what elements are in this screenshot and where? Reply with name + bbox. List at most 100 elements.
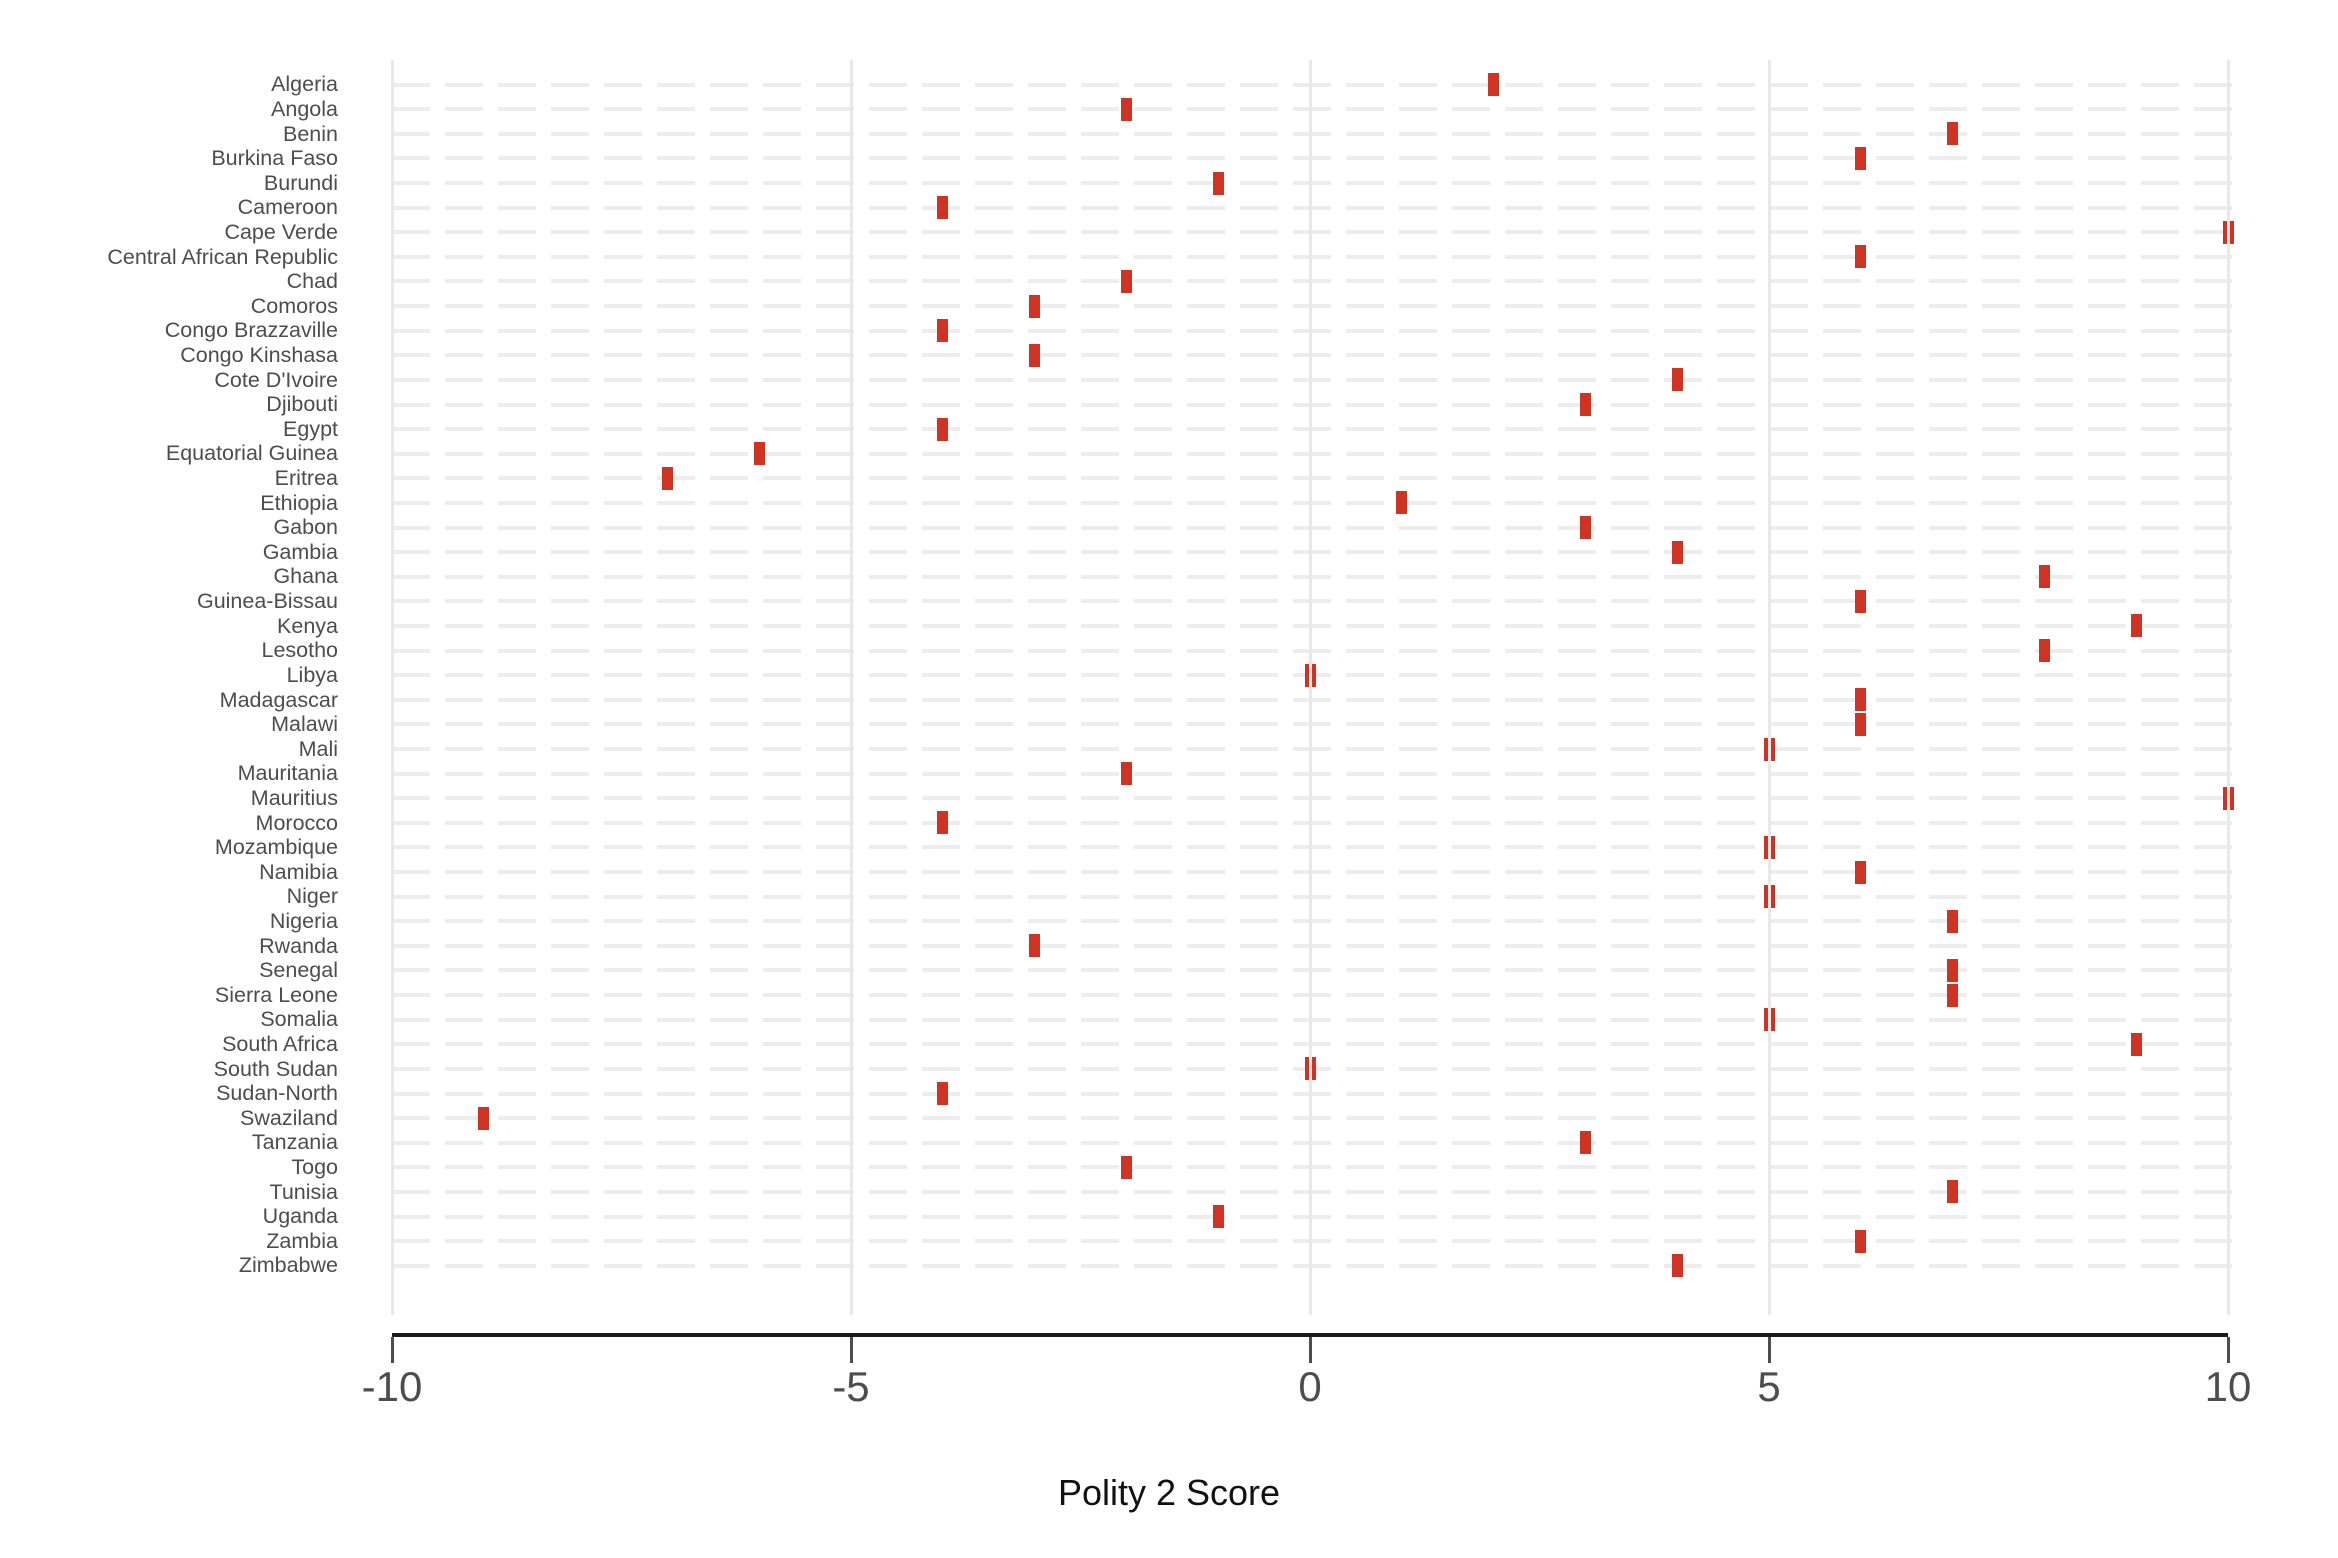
vertical-gridline-10	[2226, 60, 2230, 1315]
data-point-marker[interactable]	[2038, 639, 2050, 663]
y-axis-label-angola: Angola	[271, 96, 338, 121]
vertical-gridline-0	[1308, 60, 1312, 1315]
horizontal-gridline	[392, 722, 2238, 727]
data-point-marker[interactable]	[478, 1106, 490, 1130]
data-point-marker[interactable]	[1855, 245, 1867, 269]
horizontal-gridline	[392, 1165, 2238, 1170]
horizontal-gridline	[392, 1116, 2238, 1121]
y-axis-label-zambia: Zambia	[266, 1228, 338, 1253]
horizontal-gridline	[392, 1017, 2238, 1022]
horizontal-gridline	[392, 697, 2238, 702]
data-point-marker[interactable]	[1855, 589, 1867, 613]
y-axis-label-congo-brazzaville: Congo Brazzaville	[164, 318, 338, 343]
data-point-marker[interactable]	[1671, 368, 1683, 392]
y-axis-label-algeria: Algeria	[271, 72, 338, 97]
x-axis-tick	[1308, 1337, 1312, 1363]
data-point-marker[interactable]	[1579, 516, 1591, 540]
data-point-marker[interactable]	[1855, 146, 1867, 170]
horizontal-gridline	[392, 1239, 2238, 1244]
data-point-marker[interactable]	[1947, 958, 1959, 982]
data-point-marker[interactable]	[1120, 762, 1132, 786]
horizontal-gridline	[392, 943, 2238, 948]
data-point-marker[interactable]	[1855, 688, 1867, 712]
data-point-marker[interactable]	[1120, 1155, 1132, 1179]
horizontal-gridline	[392, 894, 2238, 899]
x-axis-tick-label: 0	[1298, 1363, 1322, 1410]
horizontal-gridline	[392, 919, 2238, 924]
y-axis-label-kenya: Kenya	[277, 613, 338, 638]
data-point-marker[interactable]	[2130, 1032, 2142, 1056]
horizontal-gridline	[392, 304, 2238, 309]
horizontal-gridline	[392, 747, 2238, 751]
data-point-marker[interactable]	[1120, 97, 1132, 121]
horizontal-gridline	[392, 599, 2238, 604]
y-axis-label-mozambique: Mozambique	[214, 835, 338, 860]
y-axis-label-djibouti: Djibouti	[266, 392, 338, 417]
vertical-gridline-neg5	[849, 60, 853, 1315]
data-point-marker[interactable]	[1671, 1254, 1683, 1278]
horizontal-gridline	[392, 451, 2238, 456]
horizontal-gridline	[392, 525, 2238, 530]
horizontal-gridline	[392, 968, 2238, 973]
data-point-marker[interactable]	[1671, 540, 1683, 564]
data-point-marker[interactable]	[1212, 1205, 1224, 1229]
horizontal-gridline	[392, 353, 2238, 358]
data-point-marker[interactable]	[1947, 122, 1959, 146]
data-point-marker[interactable]	[1855, 860, 1867, 884]
y-axis-country-labels: Algeria Angola Benin Burkina Faso Burundi Cam…	[0, 60, 362, 1315]
horizontal-gridline	[392, 1263, 2238, 1268]
data-point-marker[interactable]	[1855, 712, 1867, 736]
x-axis-tick-label: 5	[1757, 1363, 1781, 1410]
horizontal-gridline	[392, 550, 2238, 555]
data-point-marker[interactable]	[1029, 343, 1041, 367]
data-point-marker[interactable]	[661, 466, 673, 490]
data-point-marker[interactable]	[1488, 73, 1500, 97]
y-axis-label-comoros: Comoros	[250, 293, 338, 318]
data-point-marker[interactable]	[1396, 491, 1408, 515]
data-point-marker[interactable]	[1029, 934, 1041, 958]
data-point-marker[interactable]	[1947, 983, 1959, 1007]
horizontal-gridline	[392, 993, 2238, 998]
y-axis-label-rwanda: Rwanda	[259, 933, 338, 958]
data-point-marker[interactable]	[2130, 614, 2142, 638]
horizontal-gridline	[392, 402, 2238, 407]
data-point-marker[interactable]	[937, 1082, 949, 1106]
horizontal-gridline	[392, 820, 2238, 825]
data-point-marker[interactable]	[753, 442, 765, 466]
horizontal-gridline	[392, 328, 2238, 333]
y-axis-label-mauritania: Mauritania	[237, 761, 338, 786]
y-axis-label-sierra-leone: Sierra Leone	[214, 982, 338, 1007]
horizontal-gridline	[392, 82, 2238, 87]
y-axis-label-burkina-faso: Burkina Faso	[211, 146, 338, 171]
x-axis-tick	[2226, 1337, 2230, 1363]
data-point-marker[interactable]	[937, 811, 949, 835]
data-point-marker[interactable]	[1947, 1180, 1959, 1204]
y-axis-label-uganda: Uganda	[262, 1204, 338, 1229]
data-point-marker[interactable]	[937, 417, 949, 441]
horizontal-gridline	[392, 377, 2238, 382]
data-point-marker[interactable]	[1579, 393, 1591, 416]
x-axis-tick	[390, 1337, 394, 1363]
data-point-marker[interactable]	[1212, 171, 1224, 195]
y-axis-label-eritrea: Eritrea	[274, 466, 338, 491]
horizontal-gridline	[392, 131, 2238, 136]
horizontal-gridline	[392, 771, 2238, 776]
data-point-marker[interactable]	[1947, 909, 1959, 933]
horizontal-gridline	[392, 1189, 2238, 1194]
horizontal-gridline	[392, 230, 2238, 235]
data-point-marker[interactable]	[1120, 269, 1132, 293]
y-axis-label-nigeria: Nigeria	[269, 908, 338, 933]
horizontal-gridline	[392, 870, 2238, 875]
horizontal-gridline	[392, 254, 2238, 259]
data-point-marker[interactable]	[1579, 1131, 1591, 1155]
data-point-marker[interactable]	[1855, 1229, 1867, 1253]
data-point-marker[interactable]	[937, 196, 949, 220]
y-axis-label-tanzania: Tanzania	[251, 1130, 338, 1155]
data-point-marker[interactable]	[937, 319, 949, 343]
data-point-marker[interactable]	[2038, 565, 2050, 589]
y-axis-label-cameroon: Cameroon	[237, 195, 338, 220]
y-axis-label-chad: Chad	[286, 269, 338, 294]
y-axis-label-morocco: Morocco	[255, 810, 338, 835]
horizontal-gridline	[392, 574, 2238, 579]
data-point-marker[interactable]	[1029, 294, 1041, 318]
